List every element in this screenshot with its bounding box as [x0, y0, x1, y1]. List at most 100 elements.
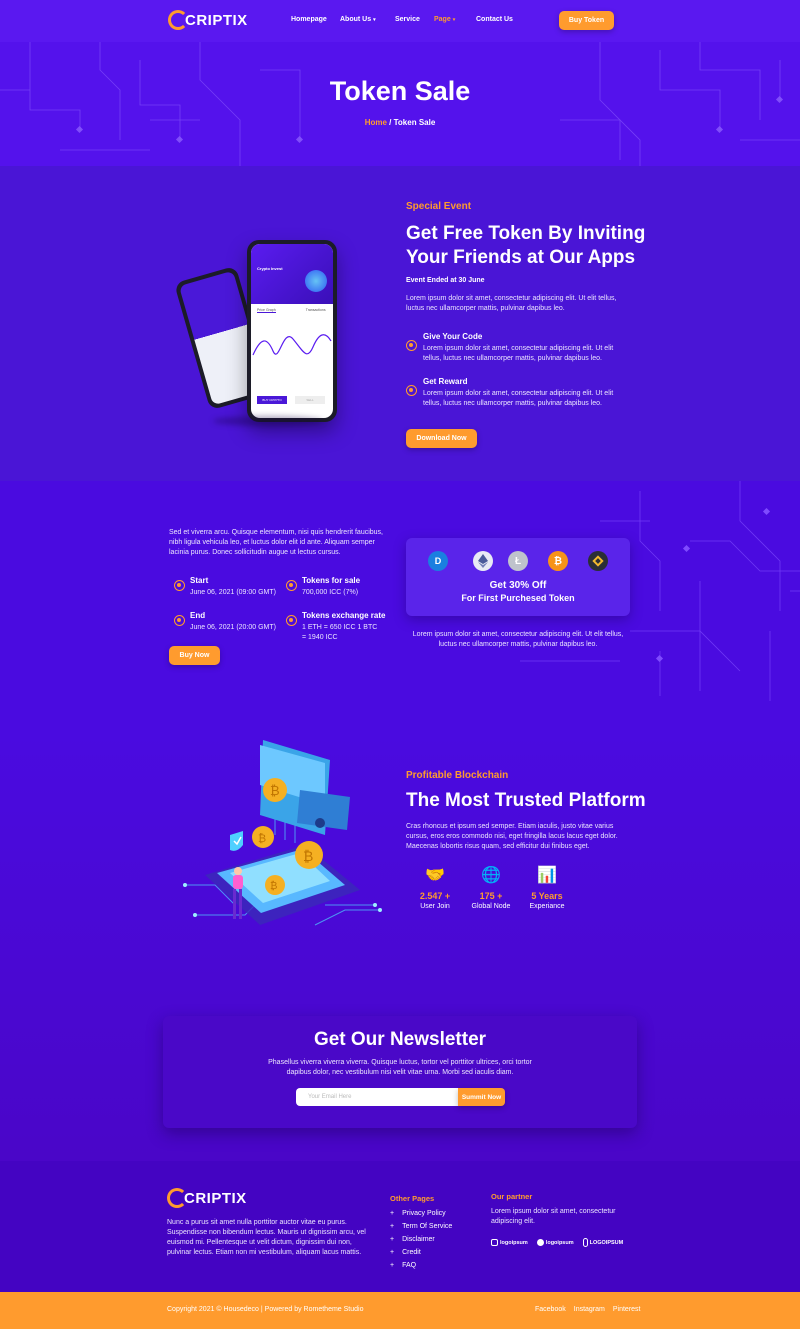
svg-text:₿: ₿ [303, 849, 313, 865]
footer-pages-title: Other Pages [390, 1194, 435, 1203]
tokens-sale-title: Tokens for sale [302, 576, 361, 585]
facebook-link[interactable]: Facebook [535, 1306, 566, 1313]
buy-now-button[interactable]: Buy Now [169, 646, 220, 665]
platform-body: Cras rhoncus et ipsum sed semper. Etiam … [406, 823, 618, 850]
end-title: End [190, 611, 206, 620]
nav-about-us[interactable]: About Us ▾ [340, 16, 376, 23]
start-value: June 06, 2021 (09:00 GMT) [190, 589, 276, 596]
event-section [0, 166, 800, 481]
partner-logo-3: LOGOIPSUM [582, 1238, 624, 1247]
footer-pages-list: + Privacy Policy + Term Of Service + Discla… [390, 1207, 452, 1272]
event-kicker: Special Event [406, 201, 472, 212]
dash-icon: D [428, 551, 448, 571]
instagram-link[interactable]: Instagram [574, 1306, 605, 1313]
footer-logo[interactable]: CRIPTIX [167, 1187, 247, 1209]
ethereum-icon [473, 551, 493, 571]
sale-section [0, 481, 800, 731]
footer-link-label: Disclaimer [402, 1236, 435, 1243]
plus-icon: + [390, 1262, 395, 1269]
partner-logo-1: logoipsum [491, 1239, 528, 1246]
svg-text:₿: ₿ [270, 880, 277, 892]
tokens-sale-value: 700,000 ICC (7%) [302, 589, 359, 596]
offer-card: D Ł ₿ Get 30% Off For First Purchesed To… [406, 538, 630, 616]
footer-logo-text: CRIPTIX [184, 1189, 247, 1207]
footer-link-label: Term Of Service [402, 1223, 453, 1230]
partner-logo-icon [582, 1238, 588, 1247]
breadcrumb-home[interactable]: Home [365, 118, 387, 127]
footer-partner-title: Our partner [491, 1192, 533, 1201]
partner-logo-text: logoipsum [545, 1239, 574, 1246]
stat-global-node-label: Global Node [471, 903, 511, 910]
plus-icon: + [390, 1210, 395, 1217]
platform-title: The Most Trusted Platform [406, 790, 646, 811]
email-field[interactable]: Your Email Here [296, 1088, 460, 1106]
sale-intro: Sed et viverra arcu. Quisque elementum, … [169, 529, 383, 556]
wallet-illustration: ₿ ₿ ₿ ₿ [175, 735, 390, 950]
svg-text:₿: ₿ [258, 832, 266, 845]
feature-text-1: Lorem ipsum dolor sit amet, consectetur … [423, 345, 614, 362]
chevron-down-icon: ▾ [452, 17, 456, 23]
exchange-rate-icon [286, 615, 297, 626]
footer-link-credit[interactable]: + Credit [390, 1246, 452, 1259]
pinterest-link[interactable]: Pinterest [613, 1306, 641, 1313]
nav-homepage[interactable]: Homepage [291, 16, 327, 23]
breadcrumb: Home / Token Sale [0, 118, 800, 127]
end-value: June 06, 2021 (20:00 GMT) [190, 624, 276, 631]
footer-partner-text: Lorem ipsum dolor sit amet, consectetur … [491, 1208, 616, 1225]
offer-line2: For First Purchesed Token [461, 593, 575, 603]
newsletter-title: Get Our Newsletter [313, 1029, 487, 1050]
phone-coin-graphic [305, 270, 327, 292]
start-icon [174, 580, 185, 591]
logo[interactable]: CRIPTIX [168, 9, 248, 31]
nav-service[interactable]: Service [395, 16, 420, 23]
litecoin-icon: Ł [508, 551, 528, 571]
chevron-down-icon: ▾ [373, 17, 376, 23]
stat-user-join-label: User Join [420, 903, 450, 910]
partner-logo-2: logoipsum [536, 1239, 574, 1246]
stat-user-join: 🤝 2.547 + User Join [412, 865, 458, 910]
buy-token-button[interactable]: Buy Token [559, 11, 614, 30]
footer-link-disclaimer[interactable]: + Disclaimer [390, 1233, 452, 1246]
handshake-icon: 🤝 [425, 867, 445, 884]
front-phone: Crypto Invest Price Graph Transactions B… [247, 240, 337, 422]
feature-icon-1 [406, 340, 417, 351]
phone-buy-button: BUY CRYPTO [257, 396, 287, 404]
footer-link-faq[interactable]: + FAQ [390, 1259, 452, 1272]
stat-experience-label: Experiance [529, 903, 565, 910]
nav-about-label: About Us [340, 16, 372, 23]
footer-link-privacy[interactable]: + Privacy Policy [390, 1207, 452, 1220]
event-title-line1: Get Free Token By Inviting [406, 223, 646, 244]
nav-page[interactable]: Page ▾ [434, 16, 455, 23]
partner-logo-icon [491, 1239, 498, 1246]
stat-experience-value: 5 Years [531, 891, 563, 901]
end-icon [174, 615, 185, 626]
phone-tab-1: Price Graph [257, 308, 276, 313]
globe-icon: 🌐 [481, 867, 501, 884]
svg-text:₿: ₿ [270, 784, 280, 799]
nav-contact-us[interactable]: Contact Us [476, 16, 513, 23]
footer-link-label: Credit [402, 1249, 421, 1256]
tokens-sale-icon [286, 580, 297, 591]
wallet-graphic: ₿ ₿ ₿ ₿ [183, 740, 382, 926]
feature-title-2: Get Reward [423, 377, 468, 386]
chart-icon: 📊 [537, 867, 557, 884]
phone-illustration: Crypto Invest Price Graph Transactions B… [174, 238, 345, 428]
phone-tab-2: Transactions [305, 308, 326, 312]
breadcrumb-current: Token Sale [393, 118, 436, 127]
top-navbar: CRIPTIX Homepage About Us ▾ Service Page ▾… [0, 0, 800, 42]
partner-logos: logoipsum logoipsum LOGOIPSUM [491, 1238, 623, 1247]
footer-link-terms[interactable]: + Term Of Service [390, 1220, 452, 1233]
summit-now-button[interactable]: Summit Now [458, 1088, 505, 1106]
footer-about: Nunc a purus sit amet nulla porttitor au… [167, 1219, 366, 1256]
download-now-button[interactable]: Download Now [406, 429, 477, 448]
page-title: Token Sale [329, 76, 471, 106]
platform-kicker: Profitable Blockchain [406, 770, 509, 781]
event-body: Lorem ipsum dolor sit amet, consectetur … [406, 295, 617, 312]
start-title: Start [190, 576, 209, 585]
partner-logo-text: LOGOIPSUM [589, 1239, 624, 1246]
bitcoin-icon: ₿ [548, 551, 568, 571]
feature-icon-2 [406, 385, 417, 396]
event-subtitle: Event Ended at 30 June [406, 277, 485, 284]
plus-icon: + [390, 1249, 395, 1256]
partner-logo-text: logoipsum [500, 1239, 528, 1246]
